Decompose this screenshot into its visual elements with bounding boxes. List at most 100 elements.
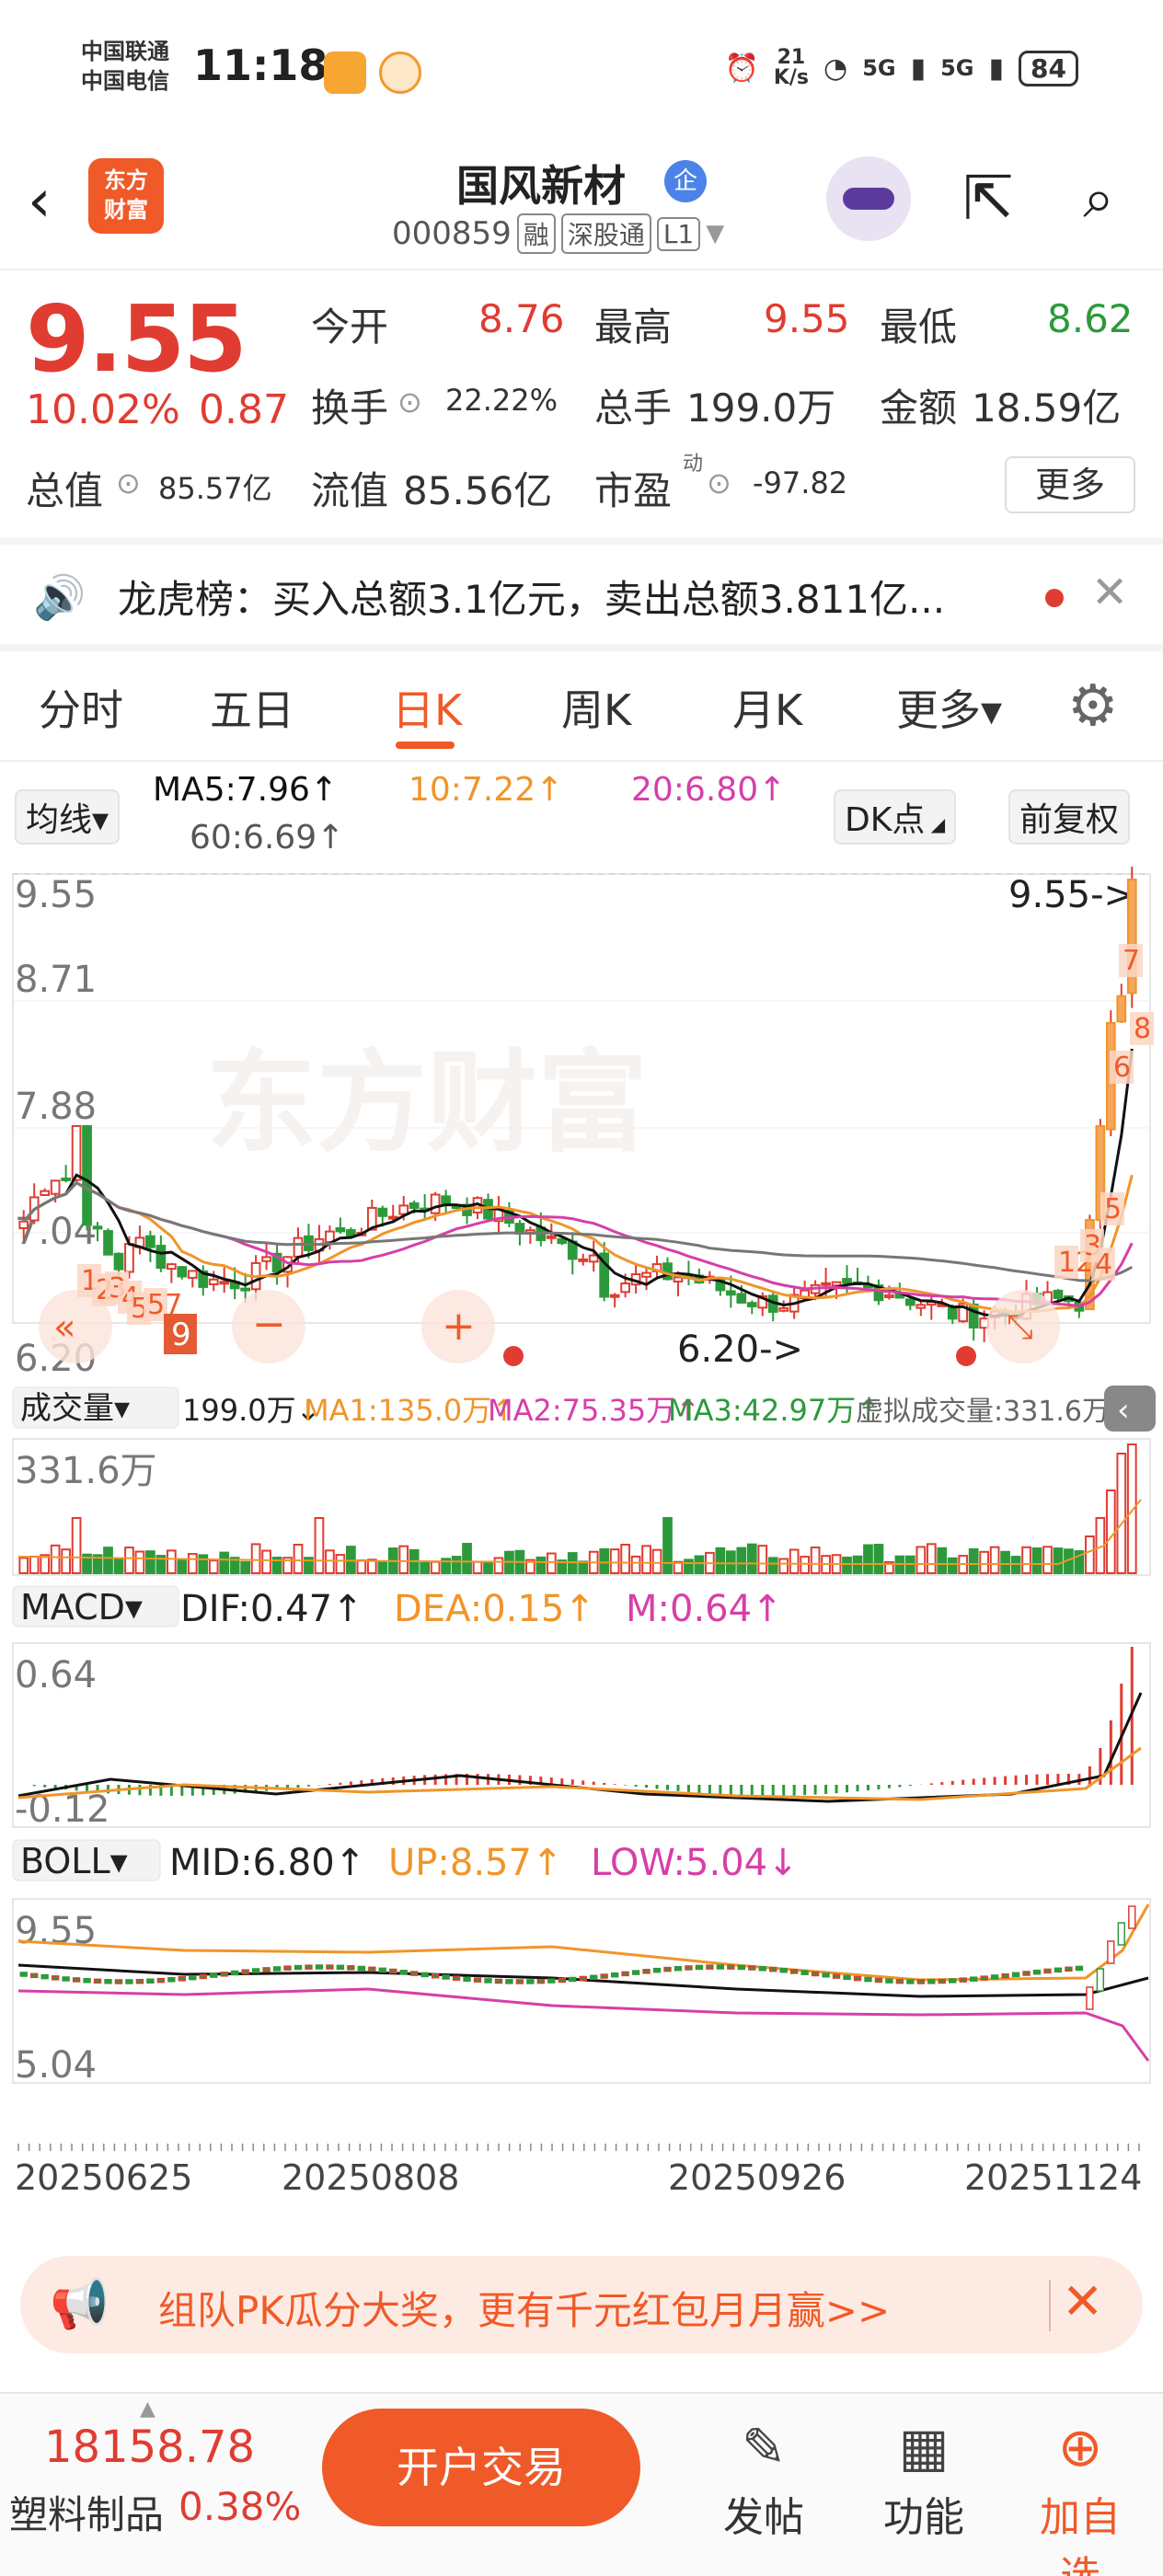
tab-monthly-k[interactable]: 月K <box>732 677 802 738</box>
macd-group <box>17 1647 1143 1803</box>
status-time: 11:18 <box>193 40 328 90</box>
more-quote-button[interactable]: 更多 <box>1005 456 1135 513</box>
post-button[interactable]: ✎ 发帖 <box>708 2410 819 2543</box>
boll-price-bar <box>927 1979 936 1984</box>
candle-body <box>387 1215 398 1220</box>
macd-select-label: MACD▾ <box>20 1587 143 1627</box>
volume-bar <box>620 1544 630 1575</box>
volume-bar <box>1105 1489 1116 1574</box>
back-chevron-icon[interactable]: ‹ <box>28 167 52 236</box>
boll-price-bar <box>1022 1971 1031 1976</box>
candle-body <box>187 1270 198 1279</box>
boll-price-bar <box>1117 1922 1125 1946</box>
candle-body <box>113 1252 124 1271</box>
boll-price-bar <box>695 1964 704 1971</box>
boll-price-bar <box>19 1972 28 1977</box>
unread-dot <box>1045 589 1064 607</box>
tab-daily-k[interactable]: 日K <box>392 677 462 738</box>
event-dot[interactable] <box>956 1346 976 1366</box>
volume-bar <box>746 1543 757 1574</box>
adjust-button[interactable]: 前复权 <box>1008 789 1131 845</box>
event-dot[interactable] <box>503 1346 524 1366</box>
info-icon[interactable]: ⊙ <box>397 385 422 420</box>
volume-bar <box>641 1545 651 1574</box>
stock-code: 000859 <box>392 215 512 252</box>
open-account-trade-button[interactable]: 开户交易 <box>322 2409 640 2526</box>
kline-charts[interactable]: 东方财富 9.55 8.71 7.88 7.04 6.20 9.55-> 6.2… <box>0 865 1163 2236</box>
boll-price-bar <box>199 1973 207 1980</box>
open-value: 8.76 <box>478 296 565 341</box>
dk-point-button[interactable]: DK点 ◢ <box>834 789 957 845</box>
boll-price-bar <box>210 1972 218 1978</box>
promo-banner[interactable]: 📢 组队PK瓜分大奖，更有千元红包月月赢>> ✕ <box>20 2256 1143 2353</box>
boll-price-bar <box>262 1967 271 1972</box>
volume-bar <box>662 1517 673 1574</box>
volume-bar <box>989 1546 1000 1575</box>
volume-bar <box>451 1556 462 1575</box>
open-label: 今开 <box>311 305 389 350</box>
high-marker: 9.55-> <box>1008 874 1134 916</box>
close-icon[interactable]: ✕ <box>1091 567 1128 618</box>
candle-body <box>82 1125 92 1226</box>
tab-five-day[interactable]: 五日 <box>210 677 294 738</box>
volume-bar <box>535 1556 547 1575</box>
candle-body <box>430 1193 441 1214</box>
tab-more[interactable]: 更多▾ <box>896 677 1002 738</box>
share-icon[interactable]: ⇱ <box>951 162 1025 236</box>
boll-price-bar <box>452 1975 461 1981</box>
carrier-1: 中国联通 <box>81 39 169 64</box>
tab-weekly-k[interactable]: 周K <box>561 677 631 738</box>
stock-header: ‹ 东方 财富 国风新材 企 000859 融 深股通 L1 ▼ ⇱ ⌕ <box>0 147 1163 267</box>
volume-bar <box>61 1548 71 1574</box>
collapse-tab[interactable] <box>1104 1386 1156 1432</box>
volume-bar <box>578 1560 589 1575</box>
candle-body <box>746 1302 757 1307</box>
boll-price-bar <box>811 1971 820 1977</box>
volume-bar <box>103 1547 113 1574</box>
volume-bar <box>609 1548 620 1575</box>
boll-price-bar <box>1107 1940 1115 1964</box>
close-icon[interactable]: ✕ <box>1062 2272 1103 2330</box>
volume-bar <box>736 1547 747 1575</box>
boll-select-label: BOLL▾ <box>20 1841 128 1881</box>
info-icon[interactable]: ⊙ <box>116 466 141 500</box>
volume-bar <box>842 1557 852 1575</box>
quote-panel: 9.55 10.02% 0.87 今开 8.76 最高 9.55 最低 8.62… <box>0 272 1163 539</box>
boll-price-bar <box>779 1967 788 1973</box>
boll-mid: MID:6.80↑ <box>169 1842 365 1884</box>
boll-price-bar <box>864 1976 872 1983</box>
stock-code-line[interactable]: 000859 融 深股通 L1 ▼ <box>392 213 724 254</box>
volume-ma3: MA3:42.97万↑ <box>668 1393 881 1428</box>
volume-bar <box>947 1557 958 1574</box>
add-watchlist-button[interactable]: ⊕ 加自选 <box>1025 2410 1135 2576</box>
indicator-select[interactable]: 均线▾ <box>15 789 121 845</box>
boll-price-bar <box>674 1965 683 1972</box>
tab-intraday[interactable]: 分时 <box>39 677 123 738</box>
boll-price-bar <box>283 1965 292 1971</box>
search-icon[interactable]: ⌕ <box>1062 162 1135 236</box>
sector-index-value[interactable]: 18158.78 <box>44 2421 255 2473</box>
boll-price-bar <box>1011 1972 1020 1978</box>
double-chevron-left-icon: « <box>53 1306 75 1349</box>
boll-price-bar <box>536 1978 546 1984</box>
volume-bar <box>684 1558 694 1574</box>
volume-bar <box>472 1560 483 1574</box>
period-tabs: 分时 五日 日K 周K 月K 更多▾ ⚙ <box>0 659 1163 760</box>
dragon-tiger-ticker[interactable]: 🔊 龙虎榜：买入总额3.1亿元，卖出总额3.811亿... ✕ <box>0 548 1163 640</box>
ai-assistant-icon[interactable] <box>826 156 911 241</box>
minus-icon: − <box>252 1301 286 1348</box>
candle-body <box>293 1236 304 1258</box>
functions-button[interactable]: ▦ 功能 <box>869 2410 979 2543</box>
sector-name[interactable]: 塑料制品 <box>9 2484 164 2540</box>
info-icon[interactable]: ⊙ <box>707 466 731 500</box>
volume-value: 199.0万↓ <box>182 1393 320 1428</box>
gear-icon[interactable]: ⚙ <box>1067 672 1119 739</box>
volume-bar <box>873 1544 884 1575</box>
volume-bar <box>240 1560 251 1574</box>
net-speed: 21 K/s <box>774 48 809 88</box>
candle-body <box>208 1278 219 1285</box>
boll-price-bar <box>315 1964 324 1970</box>
alarm-icon: ⏰ <box>724 52 759 85</box>
boll-price-bar <box>906 1979 915 1984</box>
app-logo[interactable]: 东方 财富 <box>88 158 164 234</box>
